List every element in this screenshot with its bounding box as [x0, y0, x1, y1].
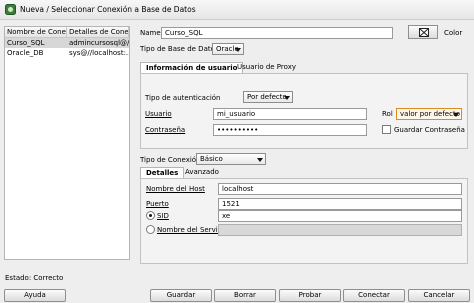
title-bar: Nueva / Seleccionar Conexión a Base de D…	[0, 0, 474, 20]
table-row[interactable]: Curso_SQL admincursosql@//...	[5, 38, 129, 48]
port-label: Puerto	[146, 200, 169, 208]
color-label: Color	[444, 29, 463, 37]
password-label: Contraseña	[145, 126, 186, 134]
conn-type-label: Tipo de Conexión	[140, 156, 201, 164]
sid-input[interactable]: xe	[218, 210, 462, 222]
chevron-down-icon	[235, 48, 241, 52]
name-label: Name	[140, 29, 161, 37]
color-swatch-icon	[419, 28, 429, 37]
password-input[interactable]: ••••••••••	[213, 124, 367, 136]
save-password-checkbox[interactable]	[382, 125, 391, 134]
connection-details: sys@//localhost:...	[69, 49, 129, 57]
service-name-radio[interactable]	[146, 225, 155, 234]
column-header-name[interactable]: Nombre de Conex...	[5, 27, 67, 38]
db-type-select[interactable]: Oracle	[212, 43, 244, 55]
auth-type-select[interactable]: Por defecto	[243, 91, 293, 103]
connection-name: Curso_SQL	[7, 39, 45, 47]
role-select[interactable]: valor por defecto	[396, 108, 462, 120]
port-input[interactable]: 1521	[218, 198, 462, 210]
db-type-label: Tipo de Base de Datos	[140, 45, 219, 53]
status-text: Estado: Correcto	[5, 274, 64, 282]
auth-type-value: Por defecto	[247, 93, 287, 101]
sqldeveloper-icon	[5, 4, 16, 15]
conn-type-value: Básico	[200, 155, 223, 163]
table-row[interactable]: Oracle_DB sys@//localhost:...	[5, 48, 129, 58]
sid-label: SID	[157, 212, 169, 220]
help-button[interactable]: Ayuda	[4, 289, 66, 302]
user-label: Usuario	[145, 110, 172, 118]
delete-button[interactable]: Borrar	[214, 289, 276, 302]
auth-type-label: Tipo de autenticación	[145, 94, 221, 102]
cancel-button[interactable]: Cancelar	[408, 289, 470, 302]
column-header-details[interactable]: Detalles de Cone...	[67, 27, 129, 38]
role-label: Rol	[382, 110, 393, 118]
user-input[interactable]: mi_usuario	[213, 108, 367, 120]
connection-details: admincursosql@//...	[69, 39, 129, 47]
chevron-down-icon	[257, 158, 263, 162]
save-password-label: Guardar Contraseña	[394, 126, 465, 134]
conn-type-select[interactable]: Básico	[196, 153, 266, 165]
chevron-down-icon	[284, 96, 290, 100]
service-name-input[interactable]	[218, 224, 462, 236]
color-button[interactable]	[408, 25, 438, 39]
host-label: Nombre del Host	[146, 185, 205, 193]
role-value: valor por defecto	[400, 110, 460, 118]
host-input[interactable]: localhost	[218, 183, 462, 195]
chevron-down-icon	[453, 113, 459, 117]
sid-radio[interactable]	[146, 211, 155, 220]
connect-button[interactable]: Conectar	[343, 289, 405, 302]
connection-name-input[interactable]: Curso_SQL	[161, 27, 393, 39]
window-title: Nueva / Seleccionar Conexión a Base de D…	[20, 5, 196, 14]
connections-table: Nombre de Conex... Detalles de Cone... C…	[4, 26, 130, 260]
save-button[interactable]: Guardar	[150, 289, 212, 302]
connection-name: Oracle_DB	[7, 49, 44, 57]
test-button[interactable]: Probar	[279, 289, 341, 302]
